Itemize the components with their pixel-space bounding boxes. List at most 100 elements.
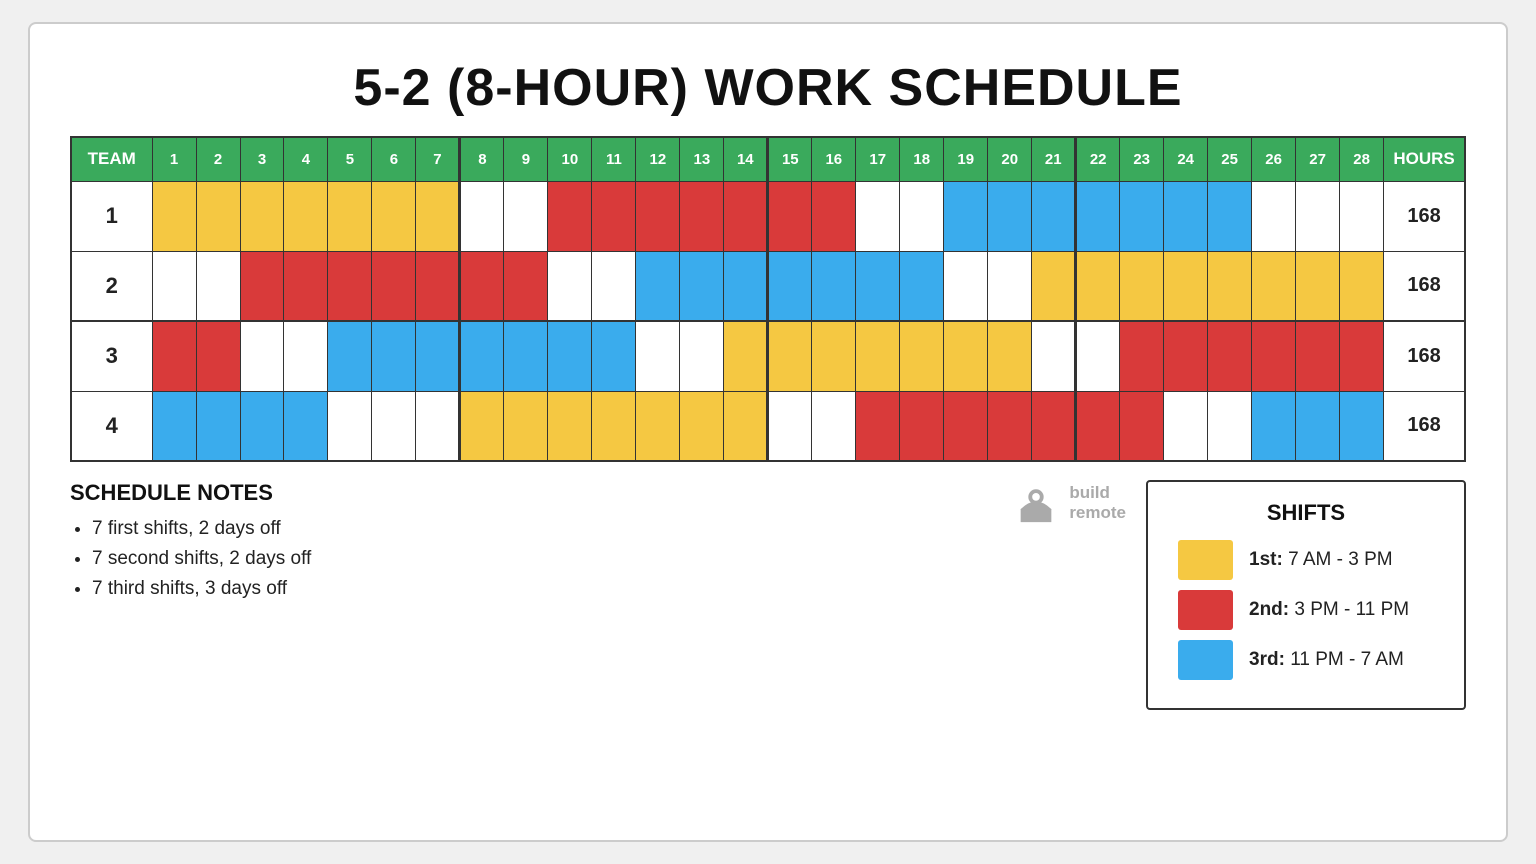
day-header-6: 6 [372,137,416,181]
cell [328,181,372,251]
day-header-14: 14 [724,137,768,181]
logo-text: build remote [1069,483,1126,524]
cell [504,321,548,391]
cell [988,391,1032,461]
note-item-3: 7 third shifts, 3 days off [92,578,993,600]
cell [1208,181,1252,251]
team-label: 1 [71,181,152,251]
cell [152,321,196,391]
day-header-17: 17 [856,137,900,181]
cell [1208,251,1252,321]
cell [812,321,856,391]
cell [284,391,328,461]
logo-line2: remote [1069,503,1126,523]
cell [1340,321,1384,391]
cell [636,321,680,391]
cell [372,181,416,251]
hours-value: 168 [1384,391,1465,461]
cell [284,181,328,251]
cell [416,251,460,321]
cell [416,181,460,251]
cell [1164,181,1208,251]
cell [240,251,284,321]
cell [1164,391,1208,461]
day-header-23: 23 [1120,137,1164,181]
cell [1120,321,1164,391]
cell [1296,251,1340,321]
table-header: TEAM 1 2 3 4 5 6 7 8 9 10 11 12 13 14 15… [71,137,1465,181]
legend-color-2nd [1178,590,1233,630]
team-label: 3 [71,321,152,391]
day-header-15: 15 [768,137,812,181]
cell [768,391,812,461]
logo-line1: build [1069,483,1126,503]
cell [504,181,548,251]
cell [1208,391,1252,461]
cell [680,181,724,251]
cell [1120,251,1164,321]
cell [1252,251,1296,321]
table-row: 2 [71,251,1465,321]
cell [1032,391,1076,461]
day-header-5: 5 [328,137,372,181]
cell [680,321,724,391]
table-row: 1 [71,181,1465,251]
cell [812,391,856,461]
cell [284,251,328,321]
day-header-28: 28 [1340,137,1384,181]
cell [1032,251,1076,321]
day-header-22: 22 [1076,137,1120,181]
cell [944,391,988,461]
cell [988,321,1032,391]
notes-section: SCHEDULE NOTES 7 first shifts, 2 days of… [70,480,993,600]
cell [636,251,680,321]
schedule-table: TEAM 1 2 3 4 5 6 7 8 9 10 11 12 13 14 15… [70,136,1466,462]
cell [592,321,636,391]
day-header-20: 20 [988,137,1032,181]
day-header-3: 3 [240,137,284,181]
cell [856,391,900,461]
legend-item-1st: 1st: 7 AM - 3 PM [1178,540,1434,580]
day-header-11: 11 [592,137,636,181]
legend-color-1st [1178,540,1233,580]
cell [724,391,768,461]
cell [1340,251,1384,321]
legend-item-3rd: 3rd: 11 PM - 7 AM [1178,640,1434,680]
page-title: 5-2 (8-HOUR) WORK SCHEDULE [70,58,1466,118]
cell [1164,321,1208,391]
hours-value: 168 [1384,251,1465,321]
day-header-12: 12 [636,137,680,181]
cell [548,391,592,461]
cell [504,391,548,461]
cell [372,321,416,391]
cell [1076,321,1120,391]
day-header-8: 8 [460,137,504,181]
cell [1208,321,1252,391]
cell [1252,321,1296,391]
cell [1296,391,1340,461]
logo-section: build remote [1013,480,1126,530]
legend-box: SHIFTS 1st: 7 AM - 3 PM 2nd: 3 PM - 11 P… [1146,480,1466,710]
team-label: 4 [71,391,152,461]
cell [240,181,284,251]
hours-value: 168 [1384,321,1465,391]
cell [1032,181,1076,251]
cell [724,321,768,391]
cell [548,181,592,251]
table-row: 4 [71,391,1465,461]
notes-list: 7 first shifts, 2 days off 7 second shif… [70,518,993,600]
cell [460,251,504,321]
cell [636,391,680,461]
day-header-26: 26 [1252,137,1296,181]
legend-item-2nd: 2nd: 3 PM - 11 PM [1178,590,1434,630]
team-header: TEAM [71,137,152,181]
cell [856,251,900,321]
cell [900,251,944,321]
cell [680,251,724,321]
cell [944,251,988,321]
card: 5-2 (8-HOUR) WORK SCHEDULE TEAM 1 2 3 4 … [28,22,1508,842]
day-header-21: 21 [1032,137,1076,181]
cell [1340,181,1384,251]
notes-title: SCHEDULE NOTES [70,480,993,506]
bottom-section: SCHEDULE NOTES 7 first shifts, 2 days of… [70,480,1466,710]
